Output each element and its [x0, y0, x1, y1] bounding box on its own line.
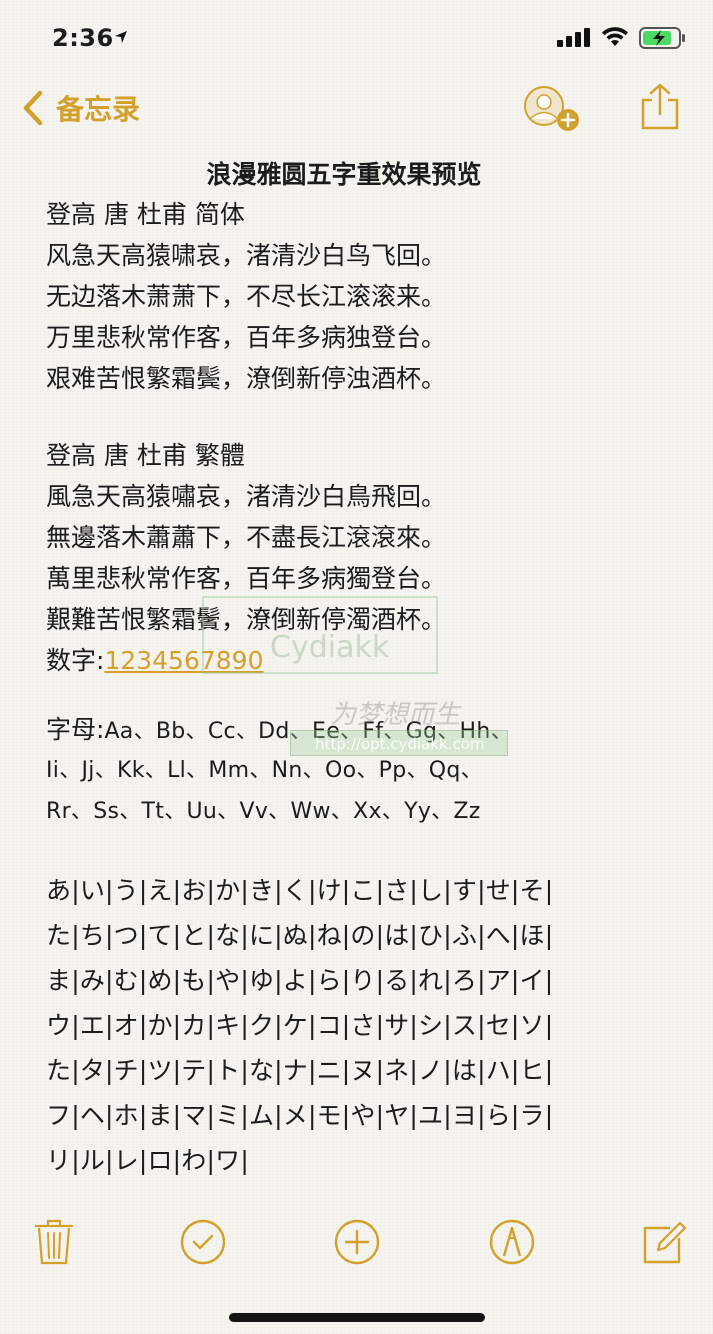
location-arrow-icon — [115, 31, 127, 43]
letters-line: Rr、Ss、Tt、Uu、Vv、Ww、Xx、Yy、Zz — [46, 799, 481, 824]
poem-simplified: 登高 唐 杜甫 简体 风急天高猿啸哀，渚清沙白鸟飞回。 无边落木萧萧下，不尽长江… — [46, 194, 666, 399]
poem-line: 無邊落木蕭蕭下，不盡長江滾滾來。 — [46, 523, 447, 552]
kana-block: あ|い|う|え|お|か|き|く|け|こ|さ|し|す|せ|そ| た|ち|つ|て|と… — [46, 868, 666, 1183]
kana-line: た|ち|つ|て|と|な|に|ぬ|ね|の|は|ひ|ふ|へ|ほ| — [46, 921, 554, 950]
poem-line: 登高 唐 杜甫 繁體 — [46, 441, 245, 470]
poem-line: 萬里悲秋常作客，百年多病獨登台。 — [46, 564, 447, 593]
numbers-label: 数字: — [46, 646, 105, 675]
poem-line: 艰难苦恨繁霜鬓，潦倒新停浊酒杯。 — [46, 364, 447, 393]
note-title: 浪漫雅圆五字重效果预览 — [206, 160, 482, 189]
back-button[interactable]: 备忘录 — [20, 88, 140, 128]
watermark-brand: Cydiakk — [270, 630, 390, 665]
battery-charging-icon — [639, 27, 685, 49]
kana-line: ウ|エ|オ|か|カ|キ|ク|ケ|コ|さ|サ|シ|ス|セ|ソ| — [46, 1011, 554, 1040]
compose-icon[interactable] — [640, 1218, 688, 1266]
chevron-left-icon — [23, 90, 43, 126]
kana-line: ま|み|む|め|も|や|ゆ|よ|ら|り|る|れ|ろ|ア|イ| — [46, 966, 554, 995]
kana-line: リ|ル|レ|ロ|わ|ワ| — [46, 1146, 249, 1175]
kana-line: フ|ヘ|ホ|ま|マ|ミ|ム|メ|モ|や|ヤ|ユ|ヨ|ら|ラ| — [46, 1101, 554, 1130]
poem-line: 登高 唐 杜甫 简体 — [46, 200, 245, 229]
kana-line: た|タ|チ|ツ|テ|ト|な|ナ|ニ|ヌ|ネ|ノ|は|ハ|ヒ| — [46, 1056, 554, 1085]
letters-label: 字母: — [46, 715, 105, 744]
markup-pen-icon[interactable] — [488, 1218, 536, 1266]
status-bar: 2:36 — [0, 0, 713, 70]
poem-line: 风急天高猿啸哀，渚清沙白鸟飞回。 — [46, 241, 447, 270]
poem-line: 万里悲秋常作客，百年多病独登台。 — [46, 323, 447, 352]
share-icon[interactable] — [638, 82, 682, 132]
home-indicator[interactable] — [229, 1313, 485, 1322]
nav-bar: 备忘录 — [0, 80, 713, 140]
watermark-motto: 为梦想而生 — [330, 700, 461, 730]
checkmark-circle-icon[interactable] — [179, 1218, 227, 1266]
watermark-url: http://opt.cydiakk.com — [290, 730, 508, 756]
plus-circle-icon[interactable] — [333, 1218, 381, 1266]
back-label: 备忘录 — [56, 93, 141, 126]
cellular-signal-icon — [557, 28, 590, 47]
status-time: 2:36 — [52, 24, 114, 52]
wifi-icon — [602, 27, 628, 46]
bottom-toolbar — [0, 1214, 713, 1274]
trash-icon[interactable] — [30, 1218, 78, 1266]
kana-line: あ|い|う|え|お|か|き|く|け|こ|さ|し|す|せ|そ| — [46, 876, 554, 905]
add-person-icon[interactable] — [520, 86, 586, 132]
poem-line: 无边落木萧萧下，不尽长江滚滚来。 — [46, 282, 447, 311]
poem-line: 風急天高猿嘯哀，渚清沙白鳥飛回。 — [46, 482, 447, 511]
